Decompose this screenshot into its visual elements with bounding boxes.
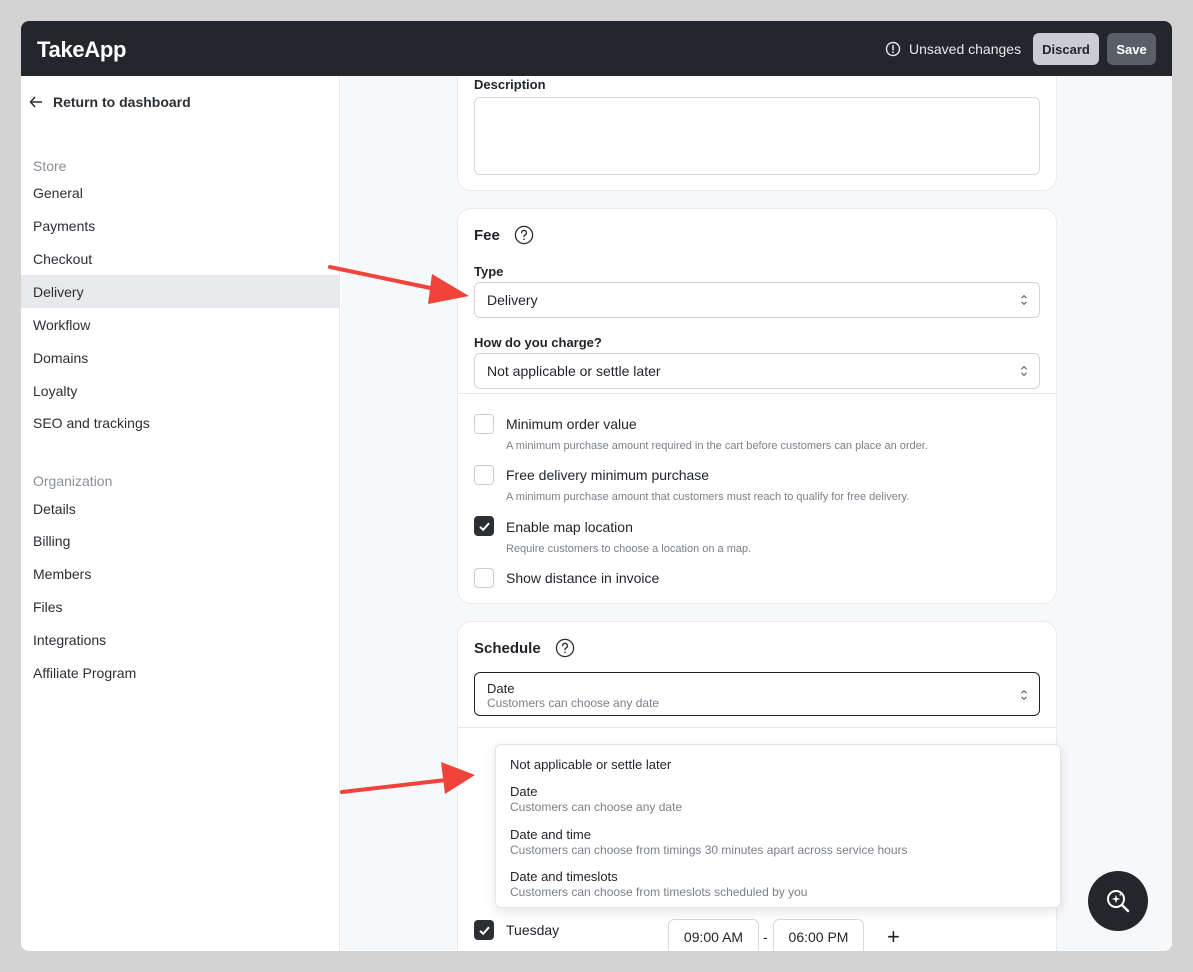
sidebar-item-general[interactable]: General <box>21 176 340 209</box>
free-delivery-desc: A minimum purchase amount that customers… <box>506 491 910 503</box>
sidebar-item-workflow[interactable]: Workflow <box>21 308 340 341</box>
sidebar-item-affiliate-program[interactable]: Affiliate Program <box>21 656 340 689</box>
sidebar-item-seo[interactable]: SEO and trackings <box>21 406 340 439</box>
description-label: Description <box>474 77 546 92</box>
sidebar-item-billing[interactable]: Billing <box>21 524 340 557</box>
schedule-option-date-and-timeslots[interactable]: Date and timeslots Customers can choose … <box>510 869 807 899</box>
option-desc: Customers can choose any date <box>510 800 683 814</box>
return-to-dashboard-link[interactable]: Return to dashboard <box>29 92 191 112</box>
schedule-select[interactable]: Date Customers can choose any date <box>474 672 1040 716</box>
return-label: Return to dashboard <box>53 94 191 110</box>
alert-circle-icon <box>885 41 901 57</box>
schedule-divider <box>458 727 1056 728</box>
schedule-dropdown-menu: Not applicable or settle later Date Cust… <box>495 744 1061 908</box>
option-title: Not applicable or settle later <box>510 757 672 772</box>
organization-group-label: Organization <box>33 473 113 489</box>
check-icon <box>479 926 490 936</box>
option-title: Date and timeslots <box>510 869 618 884</box>
free-delivery-label: Free delivery minimum purchase <box>506 467 710 483</box>
app-window: TakeApp Unsaved changes Discard Save Ret… <box>21 21 1172 951</box>
sidebar-item-delivery[interactable]: Delivery <box>21 275 340 308</box>
tuesday-label: Tuesday <box>506 922 560 938</box>
main-content: Description Fee Type Delivery How do you… <box>341 76 1172 951</box>
schedule-heading: Schedule <box>474 640 541 657</box>
settings-sidebar: Return to dashboard Store General Paymen… <box>21 76 340 951</box>
free-delivery-checkbox[interactable] <box>474 465 494 485</box>
charge-label: How do you charge? <box>474 335 602 350</box>
fee-heading: Fee <box>474 227 500 244</box>
description-textarea[interactable] <box>474 97 1040 175</box>
minimum-order-label: Minimum order value <box>506 416 637 432</box>
schedule-select-value: Date <box>487 681 515 696</box>
sidebar-item-files[interactable]: Files <box>21 590 340 623</box>
type-select[interactable]: Delivery <box>474 282 1040 318</box>
chevron-up-down-icon <box>1021 689 1027 701</box>
type-select-value: Delivery <box>487 292 538 308</box>
enable-map-checkbox[interactable] <box>474 516 494 536</box>
save-button[interactable]: Save <box>1107 33 1156 65</box>
fee-card: Fee Type Delivery How do you charge? Not… <box>457 208 1057 604</box>
brand-logo: TakeApp <box>37 37 127 62</box>
sidebar-item-checkout[interactable]: Checkout <box>21 242 340 275</box>
sparkle-search-icon <box>1107 890 1130 913</box>
ai-search-button[interactable] <box>1088 871 1148 931</box>
option-desc: Customers can choose from timeslots sche… <box>510 885 808 899</box>
minimum-order-checkbox[interactable] <box>474 414 494 434</box>
fee-divider <box>458 393 1056 394</box>
sidebar-item-domains[interactable]: Domains <box>21 341 340 374</box>
arrow-left-icon <box>29 96 42 108</box>
schedule-option-not-applicable[interactable]: Not applicable or settle later <box>510 757 671 772</box>
schedule-option-date-and-time[interactable]: Date and time Customers can choose from … <box>510 827 908 857</box>
sidebar-item-payments[interactable]: Payments <box>21 209 340 242</box>
help-circle-icon[interactable] <box>514 225 534 245</box>
discard-button[interactable]: Discard <box>1033 33 1099 65</box>
sidebar-item-members[interactable]: Members <box>21 557 340 590</box>
sidebar-item-integrations[interactable]: Integrations <box>21 623 340 656</box>
start-time-input[interactable]: 09:00 AM <box>668 919 759 951</box>
enable-map-desc: Require customers to choose a location o… <box>506 543 752 555</box>
minimum-order-desc: A minimum purchase amount required in th… <box>506 440 928 452</box>
option-title: Date and time <box>510 827 591 842</box>
type-label: Type <box>474 264 504 279</box>
add-timeslot-button[interactable]: + <box>887 924 900 950</box>
enable-map-label: Enable map location <box>506 519 633 535</box>
show-distance-label: Show distance in invoice <box>506 570 660 586</box>
charge-select-value: Not applicable or settle later <box>487 363 661 379</box>
schedule-select-desc: Customers can choose any date <box>487 696 660 710</box>
unsaved-indicator: Unsaved changes <box>885 39 1021 59</box>
option-desc: Customers can choose from timings 30 min… <box>510 843 908 857</box>
help-circle-icon[interactable] <box>555 638 575 658</box>
schedule-option-date[interactable]: Date Customers can choose any date <box>510 784 682 814</box>
chevron-up-down-icon <box>1021 294 1027 306</box>
show-distance-checkbox[interactable] <box>474 568 494 588</box>
option-title: Date <box>510 784 538 799</box>
details-card: Description <box>457 76 1057 191</box>
end-time-input[interactable]: 06:00 PM <box>773 919 864 951</box>
tuesday-checkbox[interactable] <box>474 920 494 940</box>
sidebar-item-details[interactable]: Details <box>21 492 340 525</box>
unsaved-text: Unsaved changes <box>909 41 1022 57</box>
time-separator: - <box>763 929 768 945</box>
chevron-up-down-icon <box>1021 365 1027 377</box>
sidebar-item-loyalty[interactable]: Loyalty <box>21 374 340 407</box>
store-group-label: Store <box>33 158 67 174</box>
check-icon <box>479 522 490 532</box>
charge-select[interactable]: Not applicable or settle later <box>474 353 1040 389</box>
top-bar: TakeApp Unsaved changes Discard Save <box>21 21 1172 76</box>
